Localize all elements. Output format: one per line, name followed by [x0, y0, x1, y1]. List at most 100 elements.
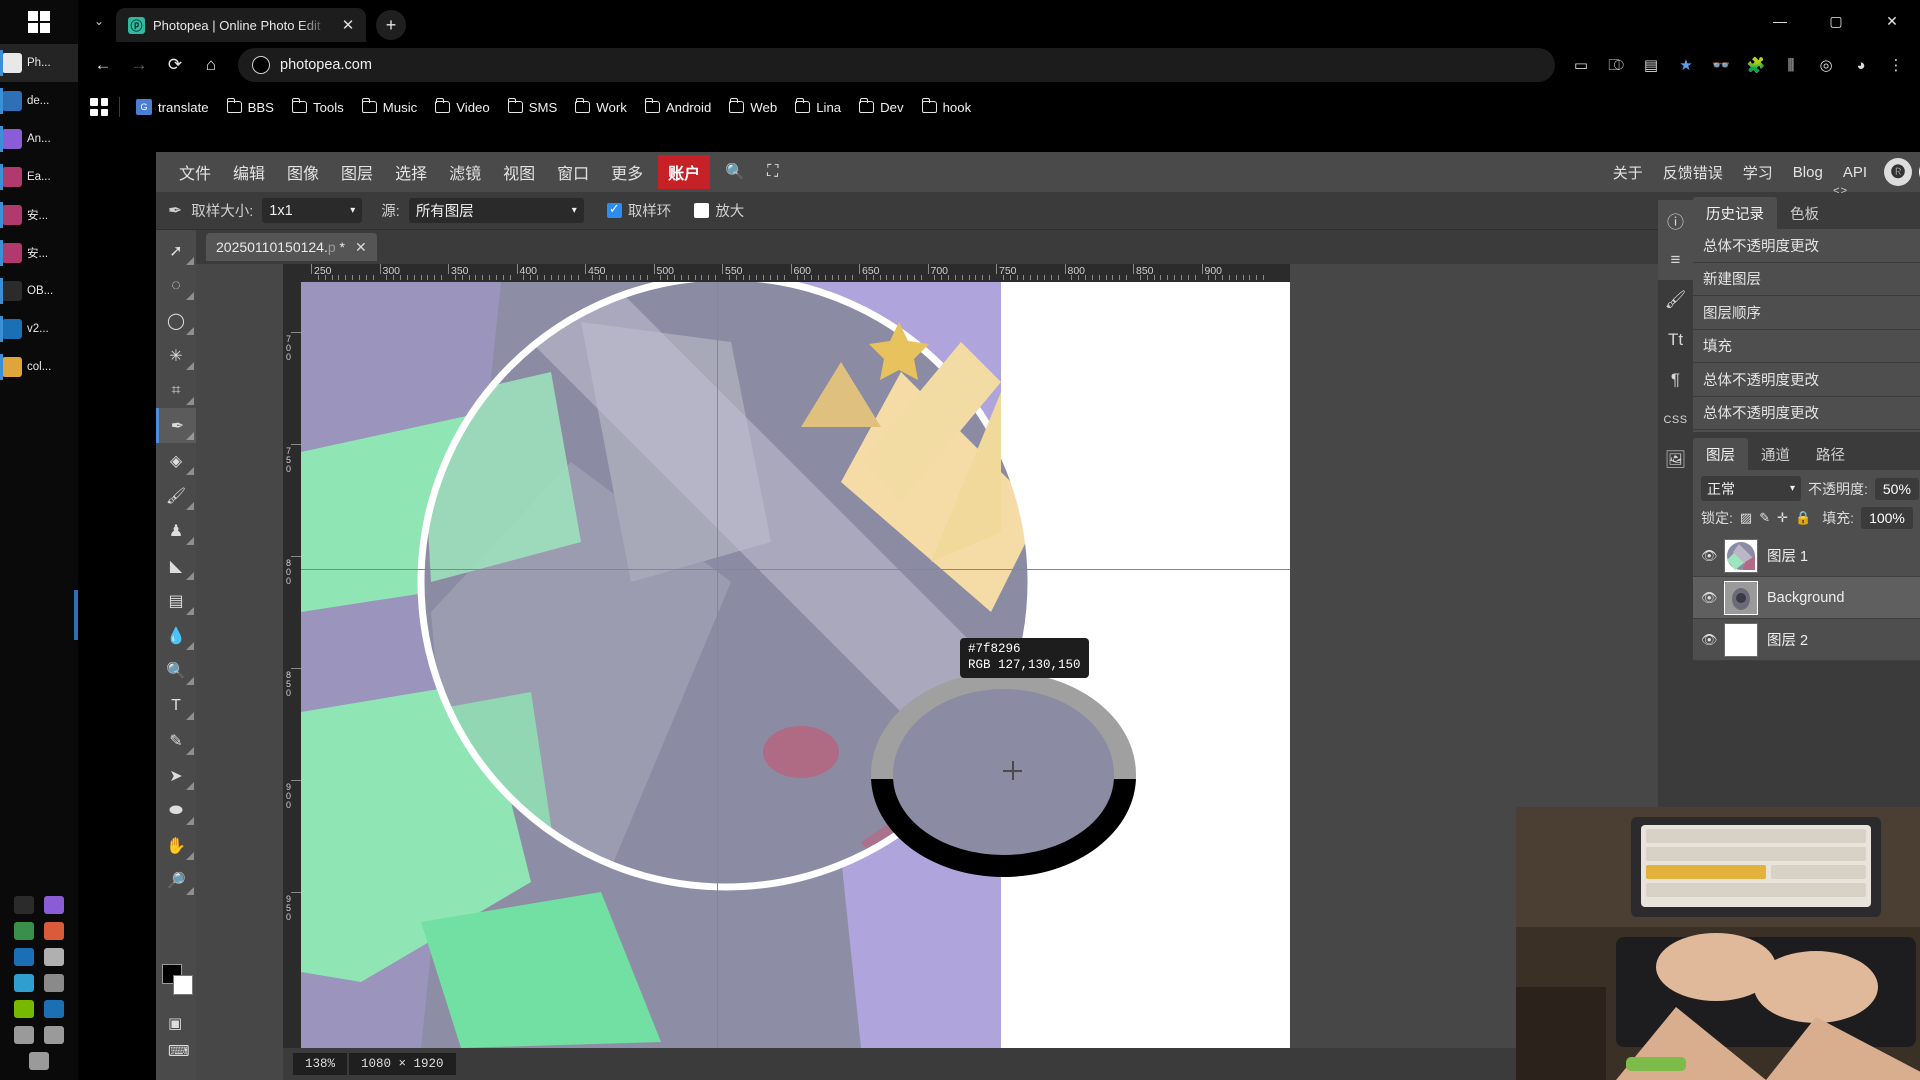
- history-item[interactable]: 填充: [1693, 330, 1920, 363]
- drive-icon[interactable]: [14, 922, 34, 940]
- bookmark-sms[interactable]: SMS: [499, 96, 567, 119]
- sample-ring-checkbox[interactable]: 取样环: [606, 200, 671, 221]
- history-item[interactable]: 总体不透明度更改: [1693, 363, 1920, 397]
- taskbar-item-1[interactable]: de...: [0, 82, 78, 120]
- maximize-button[interactable]: ▢: [1808, 0, 1864, 42]
- eyedropper-tool[interactable]: ✒: [156, 408, 196, 443]
- translate-icon[interactable]: ⎄: [1600, 49, 1632, 81]
- vertical-guide[interactable]: [717, 282, 718, 1048]
- taskbar-item-4[interactable]: 安...: [0, 196, 78, 234]
- bookmark-video[interactable]: Video: [426, 96, 499, 119]
- new-tab-button[interactable]: +: [376, 10, 406, 40]
- start-button[interactable]: [0, 0, 78, 44]
- dodge-tool[interactable]: 🔍: [156, 653, 196, 688]
- taskbar-item-3[interactable]: Ea...: [0, 158, 78, 196]
- menu-item-4[interactable]: 选择: [384, 154, 438, 190]
- character-icon[interactable]: Tt: [1658, 320, 1693, 360]
- taskbar-item-2[interactable]: An...: [0, 120, 78, 158]
- sample-size-select[interactable]: 1x1 ▾: [262, 198, 363, 223]
- layer-thumbnail[interactable]: [1724, 580, 1758, 615]
- menu-item-1[interactable]: 编辑: [222, 154, 276, 190]
- account-button[interactable]: 账户: [658, 155, 711, 189]
- taskbar-item-7[interactable]: v2...: [0, 310, 78, 348]
- shape-tool[interactable]: ⬬: [156, 793, 196, 828]
- color-swatches[interactable]: [162, 964, 193, 995]
- layer-visibility-icon[interactable]: 👁: [1701, 590, 1718, 606]
- bookmark-web[interactable]: Web: [720, 96, 786, 119]
- home-icon[interactable]: ⌂: [194, 48, 228, 82]
- bookmark-hook[interactable]: hook: [913, 96, 981, 119]
- vertical-ruler[interactable]: 7 0 0 7 5 0 8 0 0 8 5 0 9 0 0 9 5 0: [283, 282, 301, 1048]
- split-screen-icon[interactable]: ⫼: [1775, 49, 1807, 81]
- obs-icon[interactable]: [14, 896, 34, 914]
- save-icon[interactable]: [44, 974, 64, 992]
- layers-tab-路径[interactable]: 路径: [1803, 438, 1858, 470]
- apps-grid-icon[interactable]: [86, 94, 112, 120]
- info-icon[interactable]: ⓘ: [1658, 200, 1693, 240]
- tab-close-icon[interactable]: ✕: [338, 16, 358, 34]
- tab-search-chevron-icon[interactable]: ⌄: [82, 0, 116, 42]
- menu-item-6[interactable]: 视图: [492, 154, 546, 190]
- v2ray-icon[interactable]: [14, 948, 34, 966]
- taskbar-item-0[interactable]: Ph...: [0, 44, 78, 82]
- menu-item-7[interactable]: 窗口: [546, 154, 600, 190]
- marquee-tool[interactable]: ◌: [156, 268, 196, 303]
- magnify-checkbox[interactable]: 放大: [694, 200, 744, 221]
- menu-right-4[interactable]: API: [1833, 158, 1877, 187]
- bookmark-star-icon[interactable]: ★: [1670, 49, 1702, 81]
- document-close-icon[interactable]: ✕: [355, 239, 367, 256]
- site-settings-icon[interactable]: [252, 56, 270, 74]
- history-tab-色板[interactable]: 色板: [1777, 197, 1832, 229]
- blend-mode-select[interactable]: 正常 ▾: [1701, 476, 1801, 501]
- clone-stamp-tool[interactable]: ♟: [156, 513, 196, 548]
- chrome-icon[interactable]: [44, 922, 64, 940]
- reddit-icon[interactable]: 🅡: [1884, 158, 1912, 186]
- history-item[interactable]: 图层顺序: [1693, 296, 1920, 330]
- layers-tab-通道[interactable]: 通道: [1748, 438, 1803, 470]
- sync-icon[interactable]: [14, 974, 34, 992]
- address-bar[interactable]: photopea.com: [238, 48, 1555, 82]
- move-lock-icon[interactable]: ✛: [1777, 510, 1788, 526]
- menu-item-5[interactable]: 滤镜: [438, 154, 492, 190]
- forward-icon[interactable]: →: [122, 48, 156, 82]
- adjustments-icon[interactable]: ≡: [1658, 240, 1693, 280]
- lasso-tool[interactable]: ◯: [156, 303, 196, 338]
- taskbar-item-8[interactable]: col...: [0, 348, 78, 386]
- mouse-icon[interactable]: [14, 1026, 34, 1044]
- path-select-tool[interactable]: ➤: [156, 758, 196, 793]
- layer-row[interactable]: 👁 Background: [1693, 577, 1920, 619]
- move-tool[interactable]: ➚: [156, 233, 196, 268]
- printer-icon[interactable]: [44, 948, 64, 966]
- system-tray[interactable]: [0, 896, 78, 1070]
- layer-row[interactable]: 👁 图层 2: [1693, 619, 1920, 661]
- bookmark-android[interactable]: Android: [636, 96, 720, 119]
- pen-tool[interactable]: ✎: [156, 723, 196, 758]
- taskbar-item-6[interactable]: OB...: [0, 272, 78, 310]
- hand-tool[interactable]: ✋: [156, 828, 196, 863]
- horizontal-ruler[interactable]: 250 300 350 400 450 500 550 600 650 700 750 800 850 9…: [301, 264, 1290, 282]
- zoom-tool[interactable]: 🔎: [156, 863, 196, 898]
- layers-list[interactable]: 👁 图层 1 👁 Background 👁 图层 2: [1693, 535, 1920, 661]
- zoom-level[interactable]: 138%: [293, 1053, 348, 1075]
- layer-visibility-icon[interactable]: 👁: [1701, 632, 1718, 648]
- search-icon[interactable]: 🔍: [714, 156, 756, 188]
- menu-right-3[interactable]: Blog: [1783, 158, 1833, 187]
- bookmark-lina[interactable]: Lina: [786, 96, 850, 119]
- glasses-icon[interactable]: 👓: [1705, 49, 1737, 81]
- menu-right-1[interactable]: 反馈错误: [1653, 156, 1733, 189]
- bookmark-translate[interactable]: Gtranslate: [127, 95, 218, 119]
- minimize-button[interactable]: —: [1752, 0, 1808, 42]
- bookmark-bbs[interactable]: BBS: [218, 96, 283, 119]
- browser-menu-icon[interactable]: ⋮: [1880, 49, 1912, 81]
- window-close-button[interactable]: ✕: [1864, 0, 1920, 42]
- extension-icon[interactable]: 🧩: [1740, 49, 1772, 81]
- volume-icon[interactable]: [29, 1052, 49, 1070]
- paragraph-icon[interactable]: ¶: [1658, 360, 1693, 400]
- transparency-lock-icon[interactable]: ▨: [1740, 510, 1752, 526]
- healing-brush-tool[interactable]: ◈: [156, 443, 196, 478]
- history-item[interactable]: 总体不透明度更改: [1693, 229, 1920, 263]
- panel-collapse-handle[interactable]: <>: [1833, 185, 1848, 197]
- menu-item-0[interactable]: 文件: [168, 154, 222, 190]
- horizontal-guide[interactable]: [301, 569, 1290, 570]
- android-icon[interactable]: [44, 896, 64, 914]
